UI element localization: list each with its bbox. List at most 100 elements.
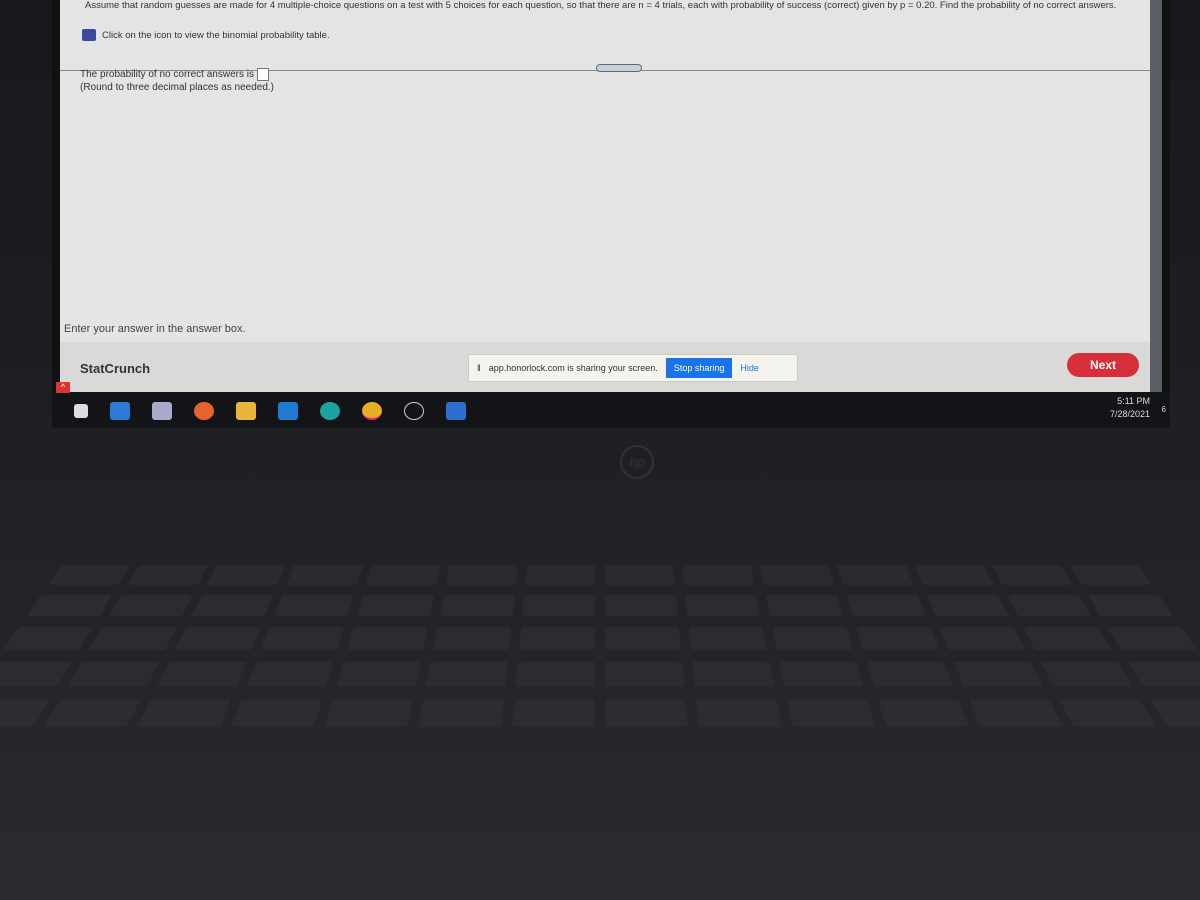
system-tray[interactable]: 5:11 PM 7/28/2021 xyxy=(1110,395,1150,421)
keyboard-key xyxy=(856,627,939,650)
answer-input[interactable] xyxy=(257,68,269,81)
keyboard-key xyxy=(261,627,344,650)
clock-date: 7/28/2021 xyxy=(1110,408,1150,421)
keyboard-key xyxy=(878,700,969,727)
keyboard-key xyxy=(1128,662,1200,687)
keyboard-key xyxy=(692,662,774,687)
paint-icon[interactable] xyxy=(152,402,172,420)
keyboard-key xyxy=(766,595,843,616)
round-note: (Round to three decimal places as needed… xyxy=(80,81,274,94)
keyboard-key xyxy=(1088,595,1174,616)
statcrunch-link[interactable]: StatCrunch xyxy=(80,361,150,376)
keyboard-key xyxy=(366,565,440,585)
keyboard-key xyxy=(696,700,781,727)
keyboard-key xyxy=(440,595,515,616)
bottom-bar: StatCrunch ‖ app.honorlock.com is sharin… xyxy=(60,342,1150,392)
hide-button[interactable]: Hide xyxy=(740,363,759,373)
keyboard-key xyxy=(1151,700,1200,727)
keyboard-key xyxy=(44,700,140,727)
keyboard-key xyxy=(846,595,925,616)
keyboard-key xyxy=(175,627,260,650)
edge-legacy-icon[interactable] xyxy=(110,402,130,420)
windows-icon[interactable] xyxy=(74,404,88,418)
keyboard-key xyxy=(1041,662,1133,687)
honorlock-icon[interactable] xyxy=(446,402,466,420)
keyboard-key xyxy=(231,700,322,727)
keyboard-key xyxy=(1007,595,1091,616)
keyboard-key xyxy=(867,662,954,687)
keyboard-key xyxy=(605,700,688,727)
laptop-body: Assume that random guesses are made for … xyxy=(0,0,1200,900)
keyboard-key xyxy=(426,662,508,687)
taskbar: 5:11 PM 7/28/2021 6 xyxy=(52,393,1170,428)
keyboard-key xyxy=(760,565,834,585)
keyboard-key xyxy=(605,595,678,616)
keyboard-key xyxy=(48,565,130,585)
keyboard-key xyxy=(927,595,1008,616)
keyboard-key xyxy=(954,662,1043,687)
keyboard-key xyxy=(247,662,334,687)
keyboard-key xyxy=(3,627,93,650)
keyboard-key xyxy=(1060,700,1156,727)
keyboard-key xyxy=(516,662,595,687)
keyboard-key xyxy=(779,662,863,687)
keyboard-key xyxy=(347,627,428,650)
keyboard-key xyxy=(26,595,112,616)
keyboard-key xyxy=(446,565,518,585)
keyboard-key xyxy=(605,627,681,650)
edge-icon[interactable] xyxy=(320,402,340,420)
keyboard-key xyxy=(940,627,1025,650)
keyboard-key xyxy=(605,662,684,687)
keyboard-key xyxy=(992,565,1072,585)
notification-count[interactable]: 6 xyxy=(1162,405,1166,414)
keyboard-key xyxy=(915,565,993,585)
next-button[interactable]: Next xyxy=(1067,353,1139,377)
keyboard-key xyxy=(109,595,193,616)
keyboard xyxy=(0,565,1200,730)
keyboard-key xyxy=(138,700,231,727)
expand-handle[interactable] xyxy=(596,64,642,72)
keyboard-key xyxy=(969,700,1062,727)
answer-prompt: The probability of no correct answers is xyxy=(80,69,254,80)
question-panel: Assume that random guesses are made for … xyxy=(60,0,1150,342)
keyboard-key xyxy=(192,595,273,616)
keyboard-key xyxy=(89,627,176,650)
mail-icon[interactable] xyxy=(278,402,298,420)
keyboard-key xyxy=(512,700,595,727)
keyboard-key xyxy=(68,662,160,687)
share-text: app.honorlock.com is sharing your screen… xyxy=(489,363,658,373)
keyboard-key xyxy=(0,700,49,727)
keyboard-key xyxy=(837,565,913,585)
keyboard-key xyxy=(207,565,285,585)
keyboard-key xyxy=(525,565,595,585)
pause-icon: ‖ xyxy=(477,363,481,373)
globe-icon[interactable] xyxy=(404,402,424,420)
keyboard-key xyxy=(787,700,875,727)
screen-share-notice: ‖ app.honorlock.com is sharing your scre… xyxy=(468,354,798,382)
clock-time: 5:11 PM xyxy=(1110,395,1150,408)
screen: Assume that random guesses are made for … xyxy=(52,0,1170,428)
keyboard-key xyxy=(1107,627,1197,650)
book-icon[interactable] xyxy=(82,29,96,41)
keyboard-key xyxy=(1070,565,1152,585)
keyboard-key xyxy=(519,627,595,650)
keyboard-key xyxy=(685,595,760,616)
keyboard-key xyxy=(605,565,675,585)
scrollbar[interactable] xyxy=(1150,0,1162,392)
file-explorer-icon[interactable] xyxy=(236,402,256,420)
question-text: Assume that random guesses are made for … xyxy=(85,1,1145,11)
keyboard-key xyxy=(287,565,363,585)
keyboard-key xyxy=(128,565,208,585)
keyboard-key xyxy=(418,700,503,727)
firefox-icon[interactable] xyxy=(194,402,214,420)
binomial-table-link[interactable]: Click on the icon to view the binomial p… xyxy=(82,29,330,41)
answer-area: The probability of no correct answers is… xyxy=(80,68,274,94)
keyboard-key xyxy=(274,595,353,616)
hp-logo: hp xyxy=(620,445,654,479)
keyboard-key xyxy=(433,627,511,650)
keyboard-key xyxy=(522,595,595,616)
stop-sharing-button[interactable]: Stop sharing xyxy=(666,358,733,378)
chrome-icon[interactable] xyxy=(362,402,382,420)
instruction-text: Enter your answer in the answer box. xyxy=(64,323,246,335)
keyboard-key xyxy=(682,565,754,585)
